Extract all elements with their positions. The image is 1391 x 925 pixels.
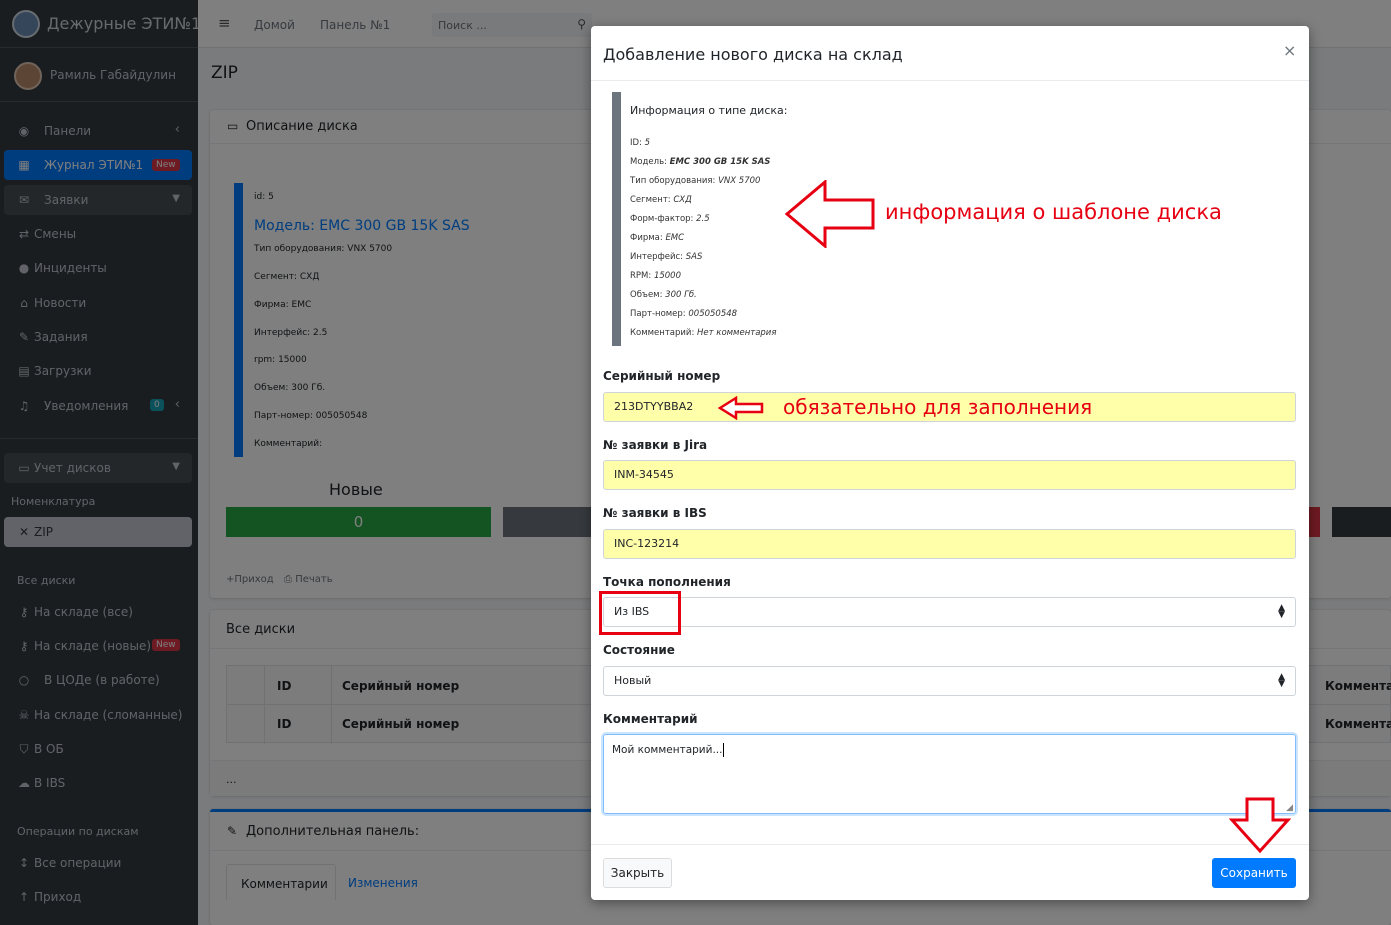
source-highlight-box [599,591,681,635]
state-select[interactable]: Новый ▲ ▼ [603,666,1296,696]
info-line-value: 15000 [653,271,681,281]
source-label: Точка пополнения [603,575,731,589]
select-arrows-icon: ▲ ▼ [1278,672,1285,689]
modal-header: Добавление нового диска на склад × [591,26,1309,81]
select-arrows-icon: ▲ ▼ [1278,603,1285,620]
info-accent-bar [612,92,621,346]
modal-title: Добавление нового диска на склад [603,45,903,64]
state-value: Новый [614,674,652,687]
close-button[interactable]: Закрыть [603,858,672,888]
add-disk-modal: Добавление нового диска на склад × Инфор… [591,26,1309,900]
info-line: Фирма: EMC [630,233,684,243]
annotation-required: обязательно для заполнения [783,395,1093,419]
info-line: Сегмент: СХД [630,195,692,205]
ibs-label: № заявки в IBS [603,506,707,520]
info-line: Тип оборудования: VNX 5700 [630,176,760,186]
annotation-template-info: информация о шаблоне диска [885,200,1222,224]
info-line-value: 300 Гб. [665,290,697,300]
close-icon[interactable]: × [1283,41,1296,60]
info-line-label: ID: [630,138,645,148]
annotation-arrow-left-small-icon [718,396,764,420]
comment-value: Мой комментарий... [612,743,725,757]
info-line: Объем: 300 Гб. [630,290,697,300]
jira-label: № заявки в Jira [603,438,708,452]
save-button[interactable]: Сохранить [1212,858,1296,888]
info-line-value: 2.5 [696,214,710,224]
info-line: RPM: 15000 [630,271,681,281]
info-line-value: Нет комментария [697,328,777,338]
info-line-label: Форм-фактор: [630,214,697,224]
comment-label: Комментарий [603,712,698,726]
info-line-value: 005050548 [688,309,738,319]
info-title: Информация о типе диска: [630,104,788,117]
info-line-value: VNX 5700 [718,176,761,186]
info-line: ID: 5 [630,138,650,148]
info-line: Парт-номер: 005050548 [630,309,737,319]
serial-label: Серийный номер [603,369,721,383]
info-line-value: SAS [685,252,703,262]
annotation-arrow-left-large-icon [785,180,875,248]
ibs-input[interactable]: INC-123214 [603,529,1296,559]
info-line-value: 5 [644,138,651,148]
info-line-label: Модель: [630,157,670,167]
info-line-label: Объем: [630,290,666,300]
info-line-value: EMC 300 GB 15K SAS [669,157,771,167]
info-line: Модель: EMC 300 GB 15K SAS [630,157,770,167]
comment-textarea[interactable]: Мой комментарий... ◢ [603,734,1296,814]
source-select[interactable]: Из IBS ▲ ▼ [603,597,1296,627]
info-line-label: Комментарий: [630,328,698,338]
jira-input[interactable]: INM-34545 [603,460,1296,490]
info-line: Комментарий: Нет комментария [630,328,776,338]
info-line-label: RPM: [630,271,654,281]
annotation-arrow-down-icon [1229,797,1291,854]
info-line: Интерфейс: SAS [630,252,702,262]
info-line-value: EMC [665,233,685,243]
info-line-label: Сегмент: [630,195,674,205]
info-line-label: Фирма: [630,233,666,243]
modal-footer-divider [591,844,1309,845]
state-label: Состояние [603,643,675,657]
info-line-label: Тип оборудования: [630,176,719,186]
info-line-label: Интерфейс: [630,252,686,262]
info-line: Форм-фактор: 2.5 [630,214,710,224]
info-line-label: Парт-номер: [630,309,689,319]
info-line-value: СХД [673,195,692,205]
